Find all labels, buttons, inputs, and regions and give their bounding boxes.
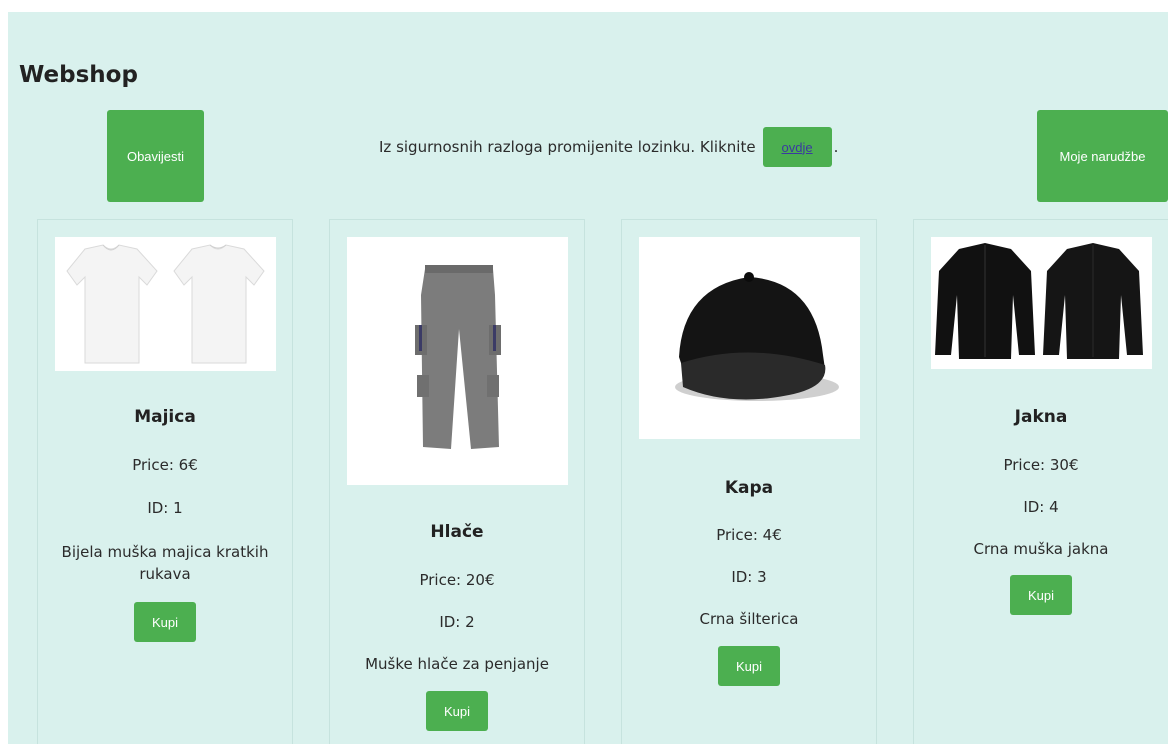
buy-button[interactable]: Kupi	[1010, 575, 1072, 615]
product-name: Majica	[134, 407, 196, 427]
jacket-image	[931, 237, 1152, 369]
page-title: Webshop	[19, 62, 138, 88]
product-price: Price: 20€	[419, 571, 495, 589]
product-name: Hlače	[430, 522, 484, 542]
product-id: ID: 2	[439, 613, 475, 631]
product-price: Price: 30€	[1003, 456, 1079, 474]
notice-end: .	[833, 138, 839, 156]
pants-image	[347, 237, 568, 485]
product-id: ID: 3	[731, 568, 767, 586]
product-card-majica: Majica Price: 6€ ID: 1 Bijela muška maji…	[37, 219, 293, 744]
product-card-hlace: Hlače Price: 20€ ID: 2 Muške hlače za pe…	[329, 219, 585, 744]
product-description: Crna šilterica	[699, 610, 799, 628]
product-card-jakna: Jakna Price: 30€ ID: 4 Crna muška jakna …	[913, 219, 1168, 744]
page-background: Webshop Obavijesti Iz sigurnosnih razlog…	[8, 12, 1168, 744]
product-price: Price: 6€	[132, 456, 198, 474]
my-orders-button[interactable]: Moje narudžbe	[1037, 110, 1168, 202]
change-password-link-button[interactable]: ovdje	[762, 127, 832, 167]
buy-button[interactable]: Kupi	[426, 691, 488, 731]
cap-image	[639, 237, 860, 439]
product-description: Muške hlače za penjanje	[365, 655, 549, 673]
t-shirt-image	[55, 237, 276, 371]
product-name: Kapa	[724, 478, 774, 498]
product-price: Price: 4€	[716, 526, 782, 544]
product-id: ID: 4	[1023, 498, 1059, 516]
product-description: Bijela muška majica kratkih rukava	[61, 543, 269, 583]
product-name: Jakna	[1014, 407, 1068, 427]
notifications-button[interactable]: Obavijesti	[107, 110, 204, 202]
notice-text: Iz sigurnosnih razloga promijenite lozin…	[379, 138, 756, 156]
buy-button[interactable]: Kupi	[134, 602, 196, 642]
product-description: Crna muška jakna	[973, 540, 1109, 558]
product-card-kapa: Kapa Price: 4€ ID: 3 Crna šilterica Kupi	[621, 219, 877, 744]
password-notice: Iz sigurnosnih razloga promijenite lozin…	[379, 127, 838, 167]
product-id: ID: 1	[147, 499, 183, 517]
buy-button[interactable]: Kupi	[718, 646, 780, 686]
